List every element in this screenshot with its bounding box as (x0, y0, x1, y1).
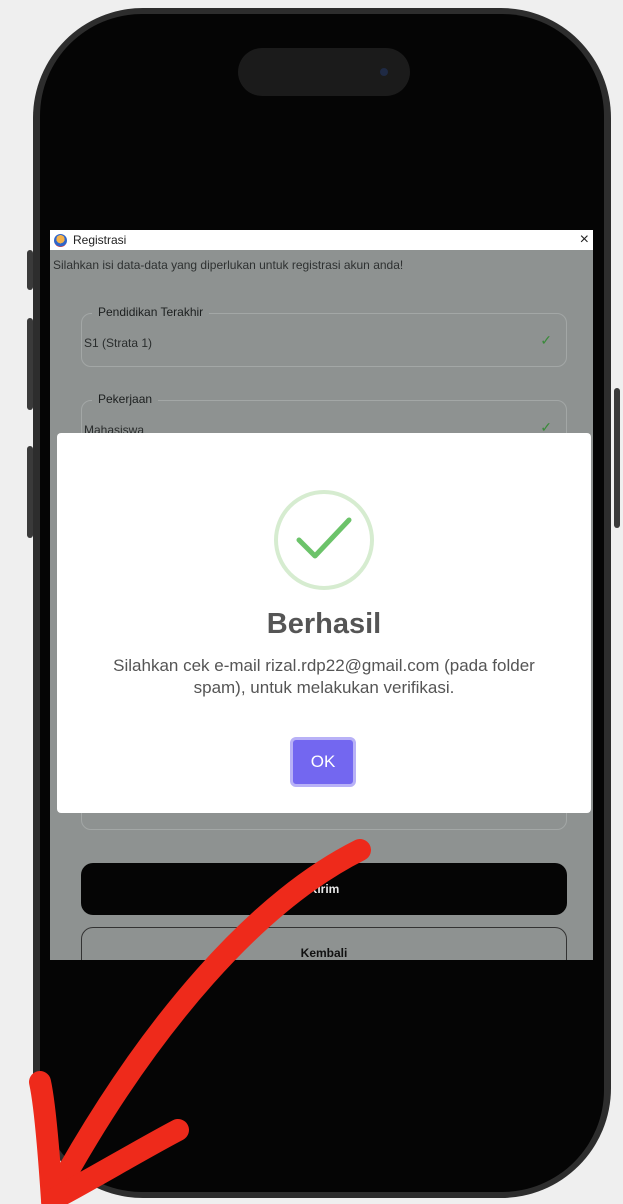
annotation-arrow (29, 839, 371, 1204)
